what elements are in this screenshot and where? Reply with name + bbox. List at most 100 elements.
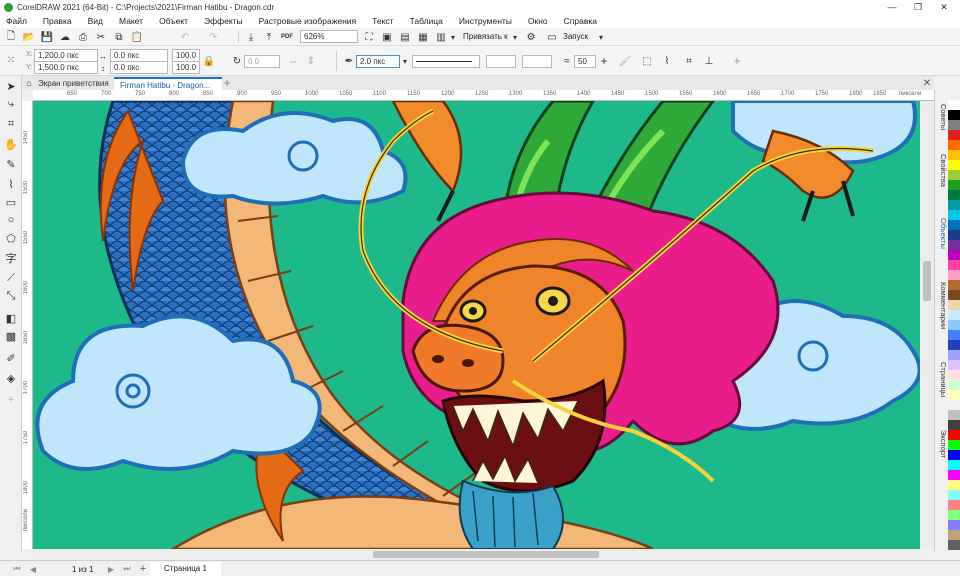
palette-swatch[interactable] <box>948 390 960 400</box>
palette-swatch[interactable] <box>948 350 960 360</box>
export-icon[interactable]: ⤒ <box>262 30 276 44</box>
next-page-icon[interactable]: ▶ <box>104 562 118 576</box>
palette-swatch[interactable] <box>948 420 960 430</box>
prev-page-icon[interactable]: ◀ <box>26 562 40 576</box>
palette-swatch[interactable] <box>948 470 960 480</box>
y-position-field[interactable]: 1,500.0 пкс <box>34 61 98 74</box>
ellipse-tool-icon[interactable]: ○ <box>3 212 19 228</box>
palette-swatch[interactable] <box>948 370 960 380</box>
cloud-icon[interactable]: ☁ <box>58 30 72 44</box>
palette-swatch[interactable] <box>948 330 960 340</box>
mirror-horizontal-icon[interactable]: ⇔ <box>286 54 300 68</box>
palette-swatch[interactable] <box>948 430 960 440</box>
zoom-level-field[interactable]: 626% <box>300 30 358 43</box>
menu-effects[interactable]: Эффекты <box>204 16 243 26</box>
page-tab[interactable]: Страница 1 <box>150 562 221 576</box>
tab-properties[interactable]: Свойства <box>936 154 948 187</box>
combine-icon[interactable]: ⌗ <box>682 54 696 68</box>
palette-swatch[interactable] <box>948 440 960 450</box>
palette-swatch[interactable] <box>948 510 960 520</box>
new-document-icon[interactable]: 🗋 <box>4 30 18 44</box>
palette-swatch[interactable] <box>948 270 960 280</box>
tab-dragon-document[interactable]: Firman Hatibu - Dragon... <box>114 77 222 90</box>
outline-width-chevron-icon[interactable]: ▾ <box>398 54 412 68</box>
shadow-tool-icon[interactable]: ◧ <box>3 310 19 326</box>
menu-layout[interactable]: Макет <box>119 16 143 26</box>
zoom-to-page-icon[interactable]: ⛶ <box>362 30 376 44</box>
freehand-tool-icon[interactable]: ✎ <box>3 156 19 172</box>
full-screen-icon[interactable]: ▣ <box>380 30 394 44</box>
palette-swatch[interactable] <box>948 110 960 120</box>
tab-objects[interactable]: Объекты <box>936 218 948 249</box>
menu-object[interactable]: Объект <box>159 16 188 26</box>
palette-swatch[interactable] <box>948 170 960 180</box>
menu-window[interactable]: Окно <box>528 16 548 26</box>
pan-tool-icon[interactable]: ✋ <box>3 136 19 152</box>
horizontal-scrollbar[interactable] <box>33 549 920 560</box>
palette-swatch[interactable] <box>948 460 960 470</box>
end-arrow-field[interactable] <box>522 55 552 68</box>
palette-swatch[interactable] <box>948 280 960 290</box>
palette-swatch[interactable] <box>948 200 960 210</box>
palette-swatch[interactable] <box>948 530 960 540</box>
launch-chevron-icon[interactable]: ▾ <box>594 30 608 44</box>
import-icon[interactable]: ⤓ <box>244 30 258 44</box>
palette-swatch[interactable] <box>948 130 960 140</box>
launch-app-icon[interactable]: ▭ <box>545 30 559 44</box>
menu-bitmaps[interactable]: Растровые изображения <box>259 16 356 26</box>
palette-swatch[interactable] <box>948 540 960 550</box>
show-rulers-icon[interactable]: ▤ <box>398 30 412 44</box>
palette-swatch[interactable] <box>948 230 960 240</box>
vertical-ruler[interactable]: 1450 1500 1550 1600 1650 1700 1750 1800 … <box>22 101 33 549</box>
tab-welcome[interactable]: Экран приветствия <box>32 77 115 90</box>
brush-icon[interactable]: 🖌 <box>618 54 632 68</box>
palette-swatch[interactable] <box>948 190 960 200</box>
copy-icon[interactable]: ⧉ <box>112 30 126 44</box>
miter-field[interactable]: 50 <box>574 55 596 68</box>
palette-swatch[interactable] <box>948 410 960 420</box>
palette-swatch[interactable] <box>948 260 960 270</box>
connector-tool-icon[interactable]: ⤡ <box>3 288 19 304</box>
drawing-canvas[interactable] <box>33 101 920 549</box>
tab-comments[interactable]: Комментарии <box>936 282 948 329</box>
palette-swatch[interactable] <box>948 150 960 160</box>
arrange-icon[interactable]: ⊥ <box>702 54 716 68</box>
palette-swatch[interactable] <box>948 140 960 150</box>
palette-swatch[interactable] <box>948 320 960 330</box>
menu-tools[interactable]: Инструменты <box>459 16 512 26</box>
fill-tool-icon[interactable]: ◈ <box>3 370 19 386</box>
menu-edit[interactable]: Правка <box>43 16 72 26</box>
menu-text[interactable]: Текст <box>372 16 393 26</box>
horizontal-ruler[interactable]: 650 700 750 800 850 900 950 1000 1050 11… <box>33 90 934 101</box>
print-icon[interactable]: ⎙ <box>76 30 90 44</box>
redo-icon[interactable]: ↷ <box>206 30 220 44</box>
color-palette[interactable] <box>948 100 960 552</box>
palette-swatch[interactable] <box>948 450 960 460</box>
palette-swatch[interactable] <box>948 210 960 220</box>
palette-swatch[interactable] <box>948 400 960 410</box>
palette-swatch[interactable] <box>948 380 960 390</box>
height-field[interactable]: 0.0 пкс <box>110 61 168 74</box>
cut-icon[interactable]: ✂ <box>94 30 108 44</box>
add-icon[interactable]: + <box>730 54 744 68</box>
first-page-icon[interactable]: ⏮ <box>10 562 24 576</box>
artistic-media-icon[interactable]: ⌇ <box>3 176 19 192</box>
palette-swatch[interactable] <box>948 240 960 250</box>
publish-pdf-icon[interactable]: PDF <box>280 30 294 44</box>
minimize-button[interactable]: — <box>880 0 904 14</box>
palette-swatch[interactable] <box>948 500 960 510</box>
palette-swatch[interactable] <box>948 120 960 130</box>
snap-dropdown-icon[interactable]: ▾ <box>446 30 460 44</box>
palette-swatch[interactable] <box>948 310 960 320</box>
crop-tool-icon[interactable]: ⌗ <box>3 116 19 132</box>
polygon-tool-icon[interactable]: ⬠ <box>3 230 19 246</box>
options-gear-icon[interactable]: ⚙ <box>524 30 538 44</box>
menu-file[interactable]: Файл <box>6 16 27 26</box>
menu-help[interactable]: Справка <box>564 16 597 26</box>
horizontal-scroll-thumb[interactable] <box>373 551 599 558</box>
lock-ratio-icon[interactable]: 🔒 <box>202 54 216 68</box>
palette-swatch[interactable] <box>948 490 960 500</box>
outline-pen-icon[interactable]: ✒ <box>342 54 356 68</box>
palette-swatch[interactable] <box>948 220 960 230</box>
reference-point-icon[interactable]: ⁙ <box>4 53 18 67</box>
